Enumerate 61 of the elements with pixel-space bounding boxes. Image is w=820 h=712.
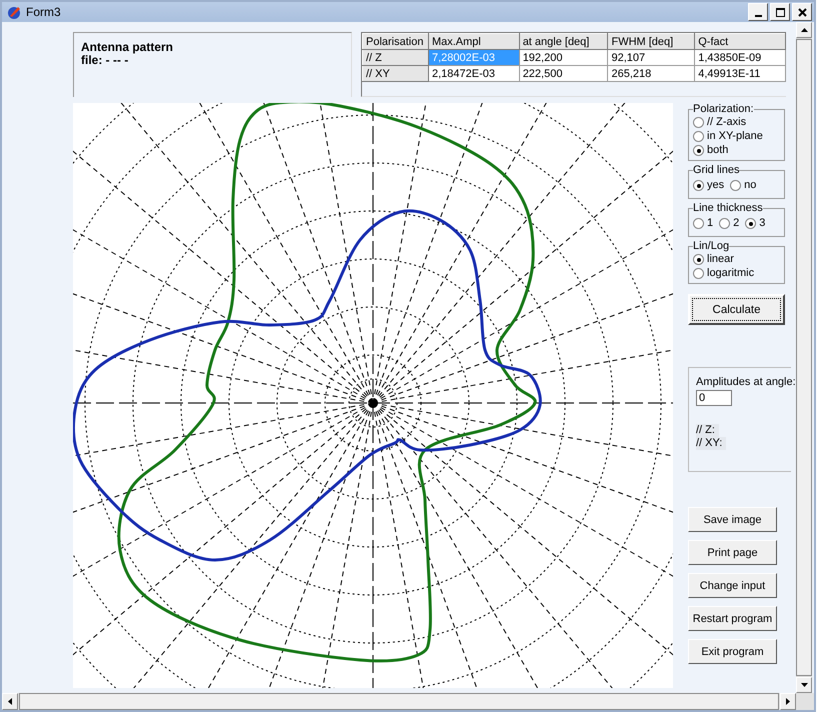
column-header[interactable]: FWHM [deq] xyxy=(608,34,695,50)
radio-label[interactable]: logaritmic xyxy=(707,267,754,280)
radio-button[interactable] xyxy=(693,180,704,191)
column-header[interactable]: Max.Ampl xyxy=(428,34,520,50)
table-cell: 92,107 xyxy=(608,50,695,66)
group-title: Grid lines xyxy=(693,164,740,176)
group-title: Line thickness xyxy=(693,202,763,214)
window-title: Form3 xyxy=(26,5,61,19)
radio-label[interactable]: // Z-axis xyxy=(707,116,746,129)
calculate-button[interactable]: Calculate xyxy=(688,294,785,325)
close-icon[interactable] xyxy=(798,8,806,16)
action-button[interactable]: Restart program xyxy=(688,606,777,631)
action-button[interactable]: Exit program xyxy=(688,639,777,664)
radio-button[interactable] xyxy=(693,268,704,279)
radio-button[interactable] xyxy=(693,218,704,229)
table-cell: 1,43850E-09 xyxy=(694,50,786,66)
radio-button[interactable] xyxy=(693,254,704,265)
table-cell: 2,18472E-03 xyxy=(428,66,520,82)
radio-button[interactable] xyxy=(745,218,756,229)
scroll-left-icon[interactable] xyxy=(2,693,18,710)
minimize-button[interactable] xyxy=(748,3,768,21)
radio-label[interactable]: no xyxy=(744,179,756,192)
amplitude-reading: // XY: xyxy=(696,437,726,450)
amplitude-reading: // Z: xyxy=(696,424,719,437)
table-cell: 7,28002E-03 xyxy=(428,50,520,66)
radio-label[interactable]: 3 xyxy=(759,217,766,230)
maximize-icon[interactable] xyxy=(776,8,784,16)
table-cell: 4,49913E-11 xyxy=(694,66,786,82)
radio-button[interactable] xyxy=(693,117,704,128)
file-label: file: - -- - xyxy=(81,54,130,67)
radio-button[interactable] xyxy=(719,218,730,229)
close-button[interactable] xyxy=(792,3,812,21)
action-button[interactable]: Print page xyxy=(688,540,777,565)
column-header[interactable]: Q-fact xyxy=(694,34,786,50)
maximize-button[interactable] xyxy=(770,3,790,21)
group-title: Lin/Log xyxy=(693,240,730,252)
scroll-down-icon[interactable] xyxy=(796,677,812,693)
radio-label[interactable]: 2 xyxy=(733,217,740,230)
row-header: // Z xyxy=(362,50,428,66)
app-icon xyxy=(6,4,22,20)
row-header: // XY xyxy=(362,66,428,82)
pattern-title: Antenna pattern xyxy=(81,41,174,54)
angle-input[interactable]: 0 xyxy=(696,390,732,406)
radio-label[interactable]: yes xyxy=(707,179,724,192)
table-cell: 265,218 xyxy=(608,66,695,82)
radio-label[interactable]: both xyxy=(707,144,728,157)
radio-label[interactable]: in XY-plane xyxy=(707,130,763,143)
table-cell: 222,500 xyxy=(519,66,608,82)
column-header[interactable]: at angle [deq] xyxy=(519,34,608,50)
group-title: Polarization: xyxy=(693,103,754,115)
radio-button[interactable] xyxy=(730,180,742,191)
radio-label[interactable]: linear xyxy=(707,253,734,266)
column-header[interactable]: Polarisation xyxy=(362,34,428,50)
radio-button[interactable] xyxy=(693,131,704,142)
radio-button[interactable] xyxy=(693,145,704,156)
table-cell: 192,200 xyxy=(519,50,608,66)
radio-label[interactable]: 1 xyxy=(707,217,714,230)
scroll-right-icon[interactable] xyxy=(780,693,796,710)
action-button[interactable]: Save image xyxy=(688,507,777,532)
action-button[interactable]: Change input xyxy=(688,573,777,598)
scroll-up-icon[interactable] xyxy=(796,22,812,38)
